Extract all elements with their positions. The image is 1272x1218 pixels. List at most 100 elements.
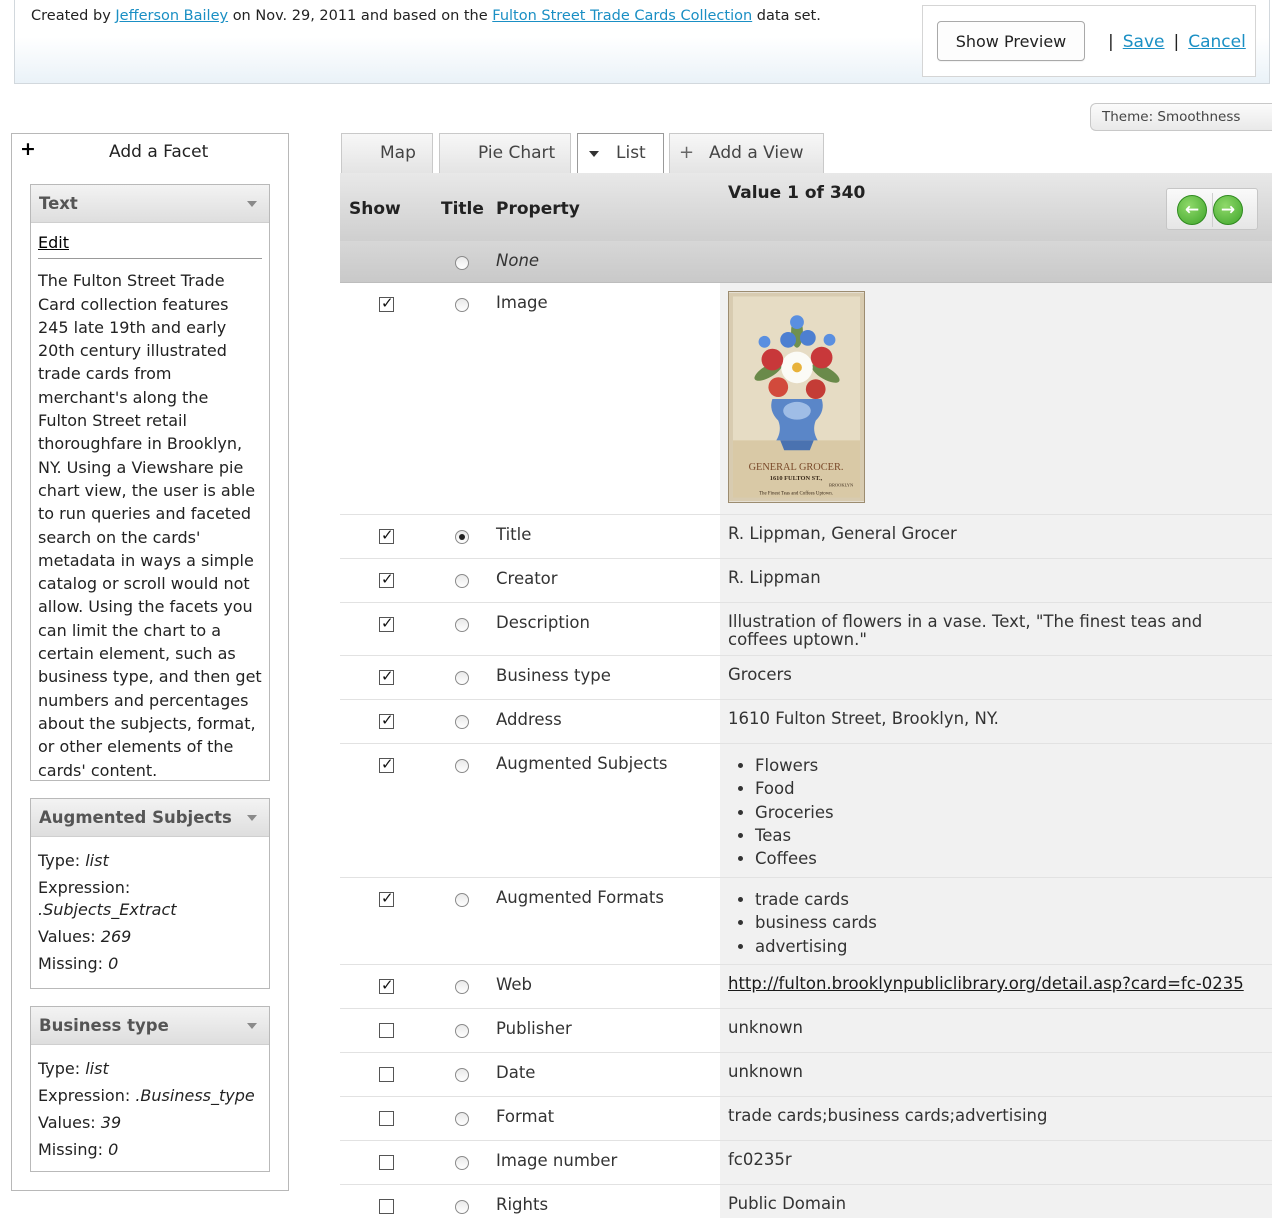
title-radio[interactable] [455, 1068, 469, 1082]
title-radio[interactable] [455, 1024, 469, 1038]
created-prefix: Created by [31, 8, 111, 24]
show-checkbox[interactable]: ✓ [379, 889, 394, 907]
list-item: Flowers [755, 754, 1258, 777]
tab-label: Add a View [709, 143, 804, 163]
tab-label: Map [380, 143, 416, 163]
previous-record-button[interactable]: ← [1177, 195, 1207, 225]
title-none-row: None [340, 241, 1272, 283]
table-row: ✓ Web http://fulton.brooklynpubliclibrar… [340, 965, 1272, 1009]
show-checkbox[interactable]: ✓ [379, 755, 394, 773]
theme-selector[interactable]: Theme: Smoothness [1090, 103, 1272, 131]
arrow-left-icon: ← [1184, 200, 1200, 220]
table-row: ✓ Augmented Formats trade cards business… [340, 878, 1272, 965]
title-radio[interactable] [455, 980, 469, 994]
edit-link[interactable]: Edit [38, 231, 262, 260]
property-name: Rights [496, 1195, 549, 1214]
add-facet-button[interactable]: + Add a Facet [20, 138, 282, 166]
property-value: unknown [728, 1062, 803, 1081]
property-value-list: Flowers Food Groceries Teas Coffees [728, 754, 1258, 870]
table-row: ✓ Creator R. Lippman [340, 559, 1272, 603]
business-type-header[interactable]: Business type [31, 1007, 269, 1045]
author-link[interactable]: Jefferson Bailey [115, 8, 228, 24]
cancel-link[interactable]: Cancel [1188, 32, 1246, 52]
add-view-button[interactable]: + Add a View [669, 133, 824, 173]
chevron-down-icon [589, 151, 599, 157]
property-name: Augmented Formats [496, 888, 664, 907]
show-preview-button[interactable]: Show Preview [937, 21, 1085, 61]
table-row: Rights Public Domain [340, 1185, 1272, 1218]
augmented-subjects-header[interactable]: Augmented Subjects [31, 799, 269, 837]
show-checkbox[interactable]: ✓ [379, 294, 394, 312]
list-item: business cards [755, 911, 1258, 934]
property-value: unknown [728, 1018, 803, 1037]
separator: | [1108, 32, 1114, 52]
text-facet: Text Edit The Fulton Street Trade Card c… [30, 184, 270, 781]
expression-value: .Business_type [135, 1086, 255, 1105]
tab-pie-chart[interactable]: Pie Chart [439, 133, 571, 173]
card-text-line4: The Finest Teas and Coffees Uptown. [759, 492, 833, 497]
title-radio[interactable] [455, 1112, 469, 1126]
show-checkbox[interactable]: ✓ [379, 614, 394, 632]
header-title: Title [441, 199, 484, 219]
type-value: list [85, 1059, 109, 1078]
show-checkbox[interactable]: ✓ [379, 570, 394, 588]
facet-title: Business type [39, 1016, 169, 1035]
separator: | [1173, 32, 1180, 52]
title-radio[interactable] [455, 530, 469, 544]
table-row: ✓ Image GENERAL GROCER. 1610 FULTON ST.,… [340, 283, 1272, 515]
table-row: ✓ Address 1610 Fulton Street, Brooklyn, … [340, 700, 1272, 744]
table-row: ✓ Augmented Subjects Flowers Food Grocer… [340, 744, 1272, 878]
table-row: ✓ Business type Grocers [340, 656, 1272, 700]
list-item: Food [755, 777, 1258, 800]
show-checkbox[interactable] [379, 1199, 394, 1214]
property-name: Title [496, 525, 532, 544]
chevron-down-icon[interactable] [247, 815, 257, 821]
property-value: 1610 Fulton Street, Brooklyn, NY. [728, 709, 999, 728]
expression-label: Expression: [38, 1086, 131, 1105]
next-record-button[interactable]: → [1213, 195, 1243, 225]
values-value: 269 [100, 927, 132, 946]
facet-text: The Fulton Street Trade Card collection … [38, 271, 262, 780]
property-value: trade cards;business cards;advertising [728, 1106, 1048, 1125]
show-checkbox[interactable] [379, 1067, 394, 1082]
property-name: Date [496, 1063, 536, 1082]
chevron-down-icon[interactable] [247, 1023, 257, 1029]
title-radio[interactable] [455, 298, 469, 312]
save-link[interactable]: Save [1123, 32, 1165, 52]
show-checkbox[interactable] [379, 1111, 394, 1126]
title-radio[interactable] [455, 893, 469, 907]
web-link[interactable]: http://fulton.brooklynpubliclibrary.org/… [728, 974, 1244, 993]
record-nav: ← → [1166, 188, 1258, 230]
plus-icon: + [20, 138, 36, 160]
title-radio[interactable] [455, 759, 469, 773]
add-facet-label: Add a Facet [109, 142, 209, 162]
values-label: Values: [38, 1113, 96, 1132]
title-radio[interactable] [455, 715, 469, 729]
facet-title: Text [39, 194, 78, 213]
show-checkbox[interactable]: ✓ [379, 526, 394, 544]
property-name: Address [496, 710, 562, 729]
tab-list[interactable]: List [577, 133, 664, 173]
show-checkbox[interactable] [379, 1155, 394, 1170]
table-row: Image number fc0235r [340, 1141, 1272, 1185]
show-checkbox[interactable]: ✓ [379, 667, 394, 685]
title-radio[interactable] [455, 1156, 469, 1170]
property-name: Business type [496, 666, 611, 685]
title-radio[interactable] [455, 1200, 469, 1214]
chevron-down-icon[interactable] [247, 201, 257, 207]
show-checkbox[interactable]: ✓ [379, 976, 394, 994]
dataset-link[interactable]: Fulton Street Trade Cards Collection [492, 8, 752, 24]
show-checkbox[interactable]: ✓ [379, 711, 394, 729]
facet-title: Augmented Subjects [39, 808, 232, 827]
missing-value: 0 [108, 1140, 119, 1159]
property-value: Illustration of flowers in a vase. Text,… [728, 612, 1203, 649]
text-facet-header[interactable]: Text [31, 185, 269, 223]
tab-map[interactable]: Map [341, 133, 433, 173]
title-radio[interactable] [455, 574, 469, 588]
title-radio-none[interactable] [455, 256, 469, 270]
tab-label: Pie Chart [478, 143, 556, 163]
show-checkbox[interactable] [379, 1023, 394, 1038]
title-radio[interactable] [455, 671, 469, 685]
title-radio[interactable] [455, 618, 469, 632]
table-row: Date unknown [340, 1053, 1272, 1097]
